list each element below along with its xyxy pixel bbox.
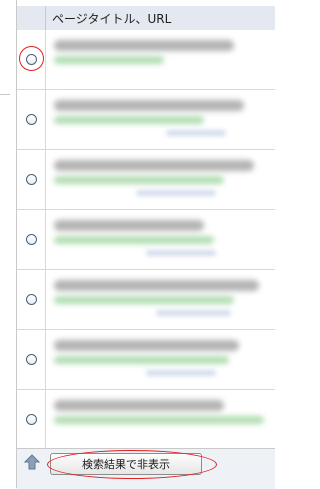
- blurred-result: [46, 30, 275, 89]
- radio-cell: [17, 330, 46, 389]
- table-row: [17, 270, 275, 330]
- radio-button[interactable]: [25, 294, 37, 305]
- blurred-meta: [146, 250, 216, 256]
- result-list: [17, 30, 275, 450]
- blurred-result: [46, 90, 275, 149]
- table-row: [17, 210, 275, 270]
- divider: [0, 94, 10, 95]
- blurred-result: [46, 390, 275, 449]
- blurred-url: [54, 116, 204, 124]
- blurred-url: [54, 296, 234, 304]
- radio-button[interactable]: [25, 174, 37, 185]
- blurred-title: [54, 340, 239, 351]
- radio-cell: [17, 90, 46, 149]
- blurred-url: [54, 416, 264, 424]
- blurred-title: [54, 40, 234, 51]
- blurred-title: [54, 100, 244, 111]
- radio-column-header: [17, 6, 46, 30]
- table-row: [17, 390, 275, 450]
- hide-in-search-results-button[interactable]: 検索結果で非表示: [50, 453, 202, 475]
- blurred-meta: [136, 190, 216, 196]
- left-edge: [0, 0, 16, 488]
- table-row: [17, 90, 275, 150]
- table-row: [17, 30, 275, 90]
- scroll-to-top-icon[interactable]: [23, 453, 41, 471]
- radio-cell: [17, 270, 46, 329]
- search-history-panel: ページタイトル、URL 検索結果で非表示: [16, 0, 275, 489]
- table-row: [17, 150, 275, 210]
- blurred-result: [46, 330, 275, 389]
- blurred-title: [54, 280, 259, 291]
- blurred-result: [46, 150, 275, 209]
- radio-button[interactable]: [25, 354, 37, 365]
- blurred-url: [54, 356, 229, 364]
- blurred-result: [46, 210, 275, 269]
- radio-cell: [17, 150, 46, 209]
- blurred-title: [54, 220, 204, 231]
- blurred-title: [54, 400, 224, 411]
- radio-cell: [17, 30, 46, 89]
- blurred-meta: [146, 370, 216, 376]
- blurred-url: [54, 176, 224, 184]
- page-title-url-column-header: ページタイトル、URL: [46, 6, 275, 30]
- radio-cell: [17, 210, 46, 269]
- blurred-title: [54, 160, 254, 171]
- highlight-annotation: [19, 46, 44, 71]
- footer-toolbar: 検索結果で非表示: [17, 448, 275, 489]
- table-header: ページタイトル、URL: [17, 6, 275, 30]
- blurred-result: [46, 270, 275, 329]
- blurred-url: [54, 236, 214, 244]
- table-row: [17, 330, 275, 390]
- radio-button[interactable]: [25, 414, 37, 425]
- radio-cell: [17, 390, 46, 449]
- radio-button[interactable]: [25, 114, 37, 125]
- blurred-meta: [166, 130, 226, 136]
- blurred-meta: [156, 310, 231, 316]
- blurred-url: [54, 56, 164, 64]
- radio-button[interactable]: [25, 234, 37, 245]
